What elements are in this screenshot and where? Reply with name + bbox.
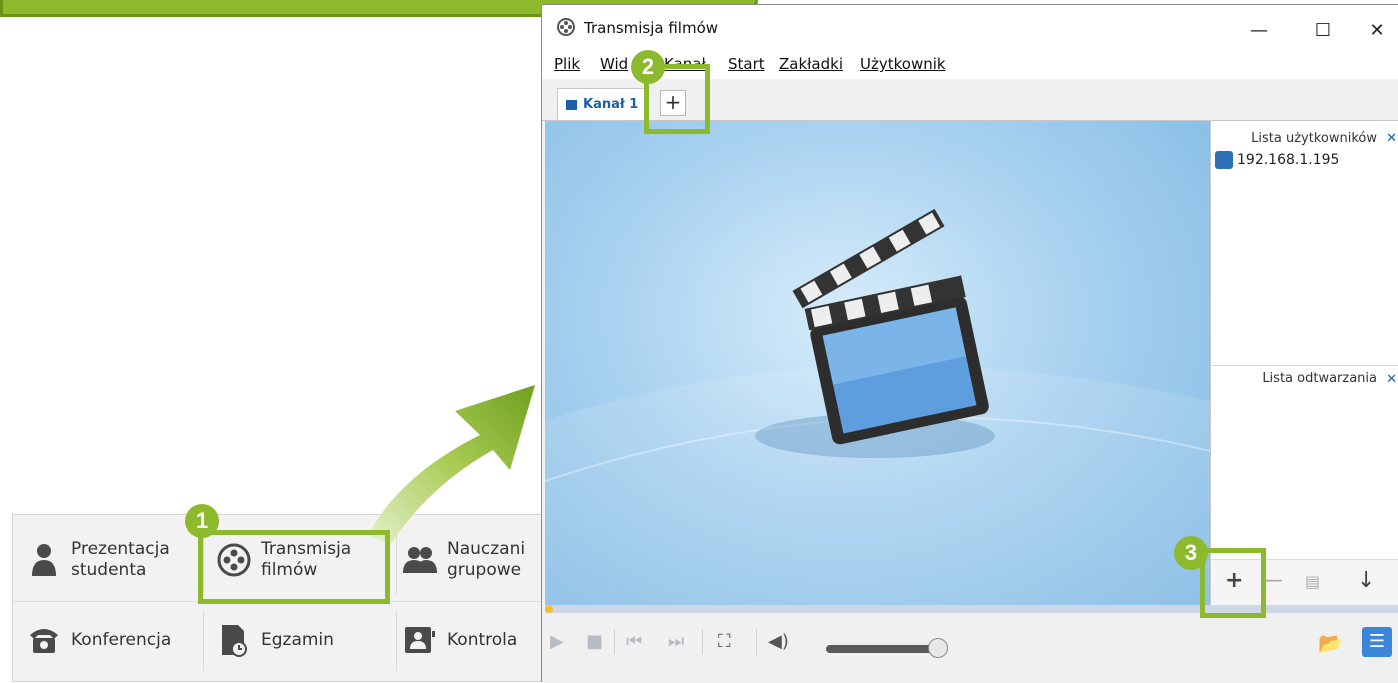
minimize-button[interactable]: —: [1236, 5, 1282, 55]
launcher-label: Prezentacja: [71, 539, 170, 559]
menu-start[interactable]: Start: [728, 55, 765, 73]
channel-icon: [566, 99, 577, 110]
menu-label: Użytkownik: [860, 55, 946, 73]
menu-label: Zakładki: [779, 55, 843, 73]
menu-widok[interactable]: Wid: [600, 55, 628, 73]
stop-icon[interactable]: ■: [586, 631, 603, 652]
step-badge-3: 3: [1174, 536, 1208, 570]
highlight-add-playlist: [1200, 548, 1266, 618]
volume-slider[interactable]: [826, 645, 936, 653]
step-badge-2: 2: [631, 50, 665, 84]
users-list-title: Lista użytkowników: [1251, 130, 1377, 146]
launcher-divider: [396, 611, 397, 671]
playlist-title: Lista odtwarzania: [1262, 371, 1377, 386]
user-ip: 192.168.1.195: [1237, 152, 1340, 168]
folder-icon[interactable]: 📂: [1318, 631, 1343, 655]
launcher-divider: [203, 611, 204, 671]
window-title: Transmisja filmów: [584, 19, 719, 37]
users-list-header: Lista użytkowników ✕: [1211, 125, 1398, 151]
menu-label: Wid: [600, 55, 629, 73]
tab-kanal-1[interactable]: Kanał 1: [557, 88, 645, 120]
video-preview: [545, 121, 1210, 605]
volume-icon[interactable]: ◀): [768, 631, 789, 652]
launcher-item-konferencja[interactable]: Konferencja: [27, 609, 171, 671]
maximize-button[interactable]: ☐: [1300, 5, 1346, 55]
launcher-label: studenta: [71, 560, 147, 580]
playlist-header: Lista odtwarzania ✕: [1211, 365, 1398, 391]
menu-label: Start: [728, 55, 765, 73]
progress-knob[interactable]: [545, 605, 553, 613]
close-playlist-icon[interactable]: ✕: [1386, 372, 1397, 387]
step-badge-1: 1: [185, 504, 219, 538]
exam-icon: [217, 620, 251, 660]
prev-icon[interactable]: ⏮: [626, 631, 642, 652]
list-icon[interactable]: ☰: [1362, 627, 1392, 657]
control-separator: [702, 629, 703, 655]
side-panel: Lista użytkowników ✕ 192.168.1.195 Lista…: [1210, 121, 1398, 605]
menu-plik[interactable]: Plik: [554, 55, 580, 73]
guide-arrow: [368, 385, 535, 545]
menu-uzytkownik[interactable]: Użytkownik: [860, 55, 946, 73]
edit-playlist-icon[interactable]: ▤: [1305, 572, 1320, 591]
move-down-button[interactable]: ↓: [1357, 568, 1375, 593]
launcher-item-egzamin[interactable]: Egzamin: [217, 609, 334, 671]
close-button[interactable]: ✕: [1354, 5, 1398, 55]
control-separator: [614, 629, 615, 655]
playback-progress[interactable]: [545, 605, 1398, 613]
user-icon: [1215, 151, 1233, 169]
next-icon[interactable]: ⏭: [668, 631, 684, 652]
clapperboard-icon: [545, 208, 1210, 605]
launcher-label: Kontrola: [447, 630, 518, 650]
app-icon: [556, 17, 576, 41]
launcher-label: grupowe: [447, 560, 522, 580]
highlight-transmisja: [198, 530, 390, 604]
tab-label: Kanał 1: [583, 97, 639, 112]
close-users-list-icon[interactable]: ✕: [1386, 131, 1397, 146]
launcher-label: Egzamin: [261, 630, 334, 650]
player-controls: ▶ ■ ⏮ ⏭ ⛶ ◀) 📂 ☰: [542, 613, 1398, 683]
menu-zakladki[interactable]: Zakładki: [779, 55, 843, 73]
menu-label: Plik: [554, 55, 581, 73]
fullscreen-icon[interactable]: ⛶: [718, 631, 731, 652]
user-row[interactable]: 192.168.1.195: [1215, 151, 1339, 169]
phone-icon: [27, 620, 61, 660]
play-icon[interactable]: ▶: [550, 631, 564, 652]
launcher-item-prezentacja[interactable]: Prezentacja studenta: [27, 529, 170, 591]
volume-knob[interactable]: [928, 638, 948, 658]
title-bar: Transmisja filmów — ☐ ✕: [542, 5, 1398, 55]
launcher-label: Konferencja: [71, 630, 172, 650]
control-separator: [756, 629, 757, 655]
monitor-control-icon: [403, 620, 437, 660]
launcher-item-kontrola[interactable]: Kontrola: [403, 609, 517, 671]
person-icon: [27, 540, 61, 580]
